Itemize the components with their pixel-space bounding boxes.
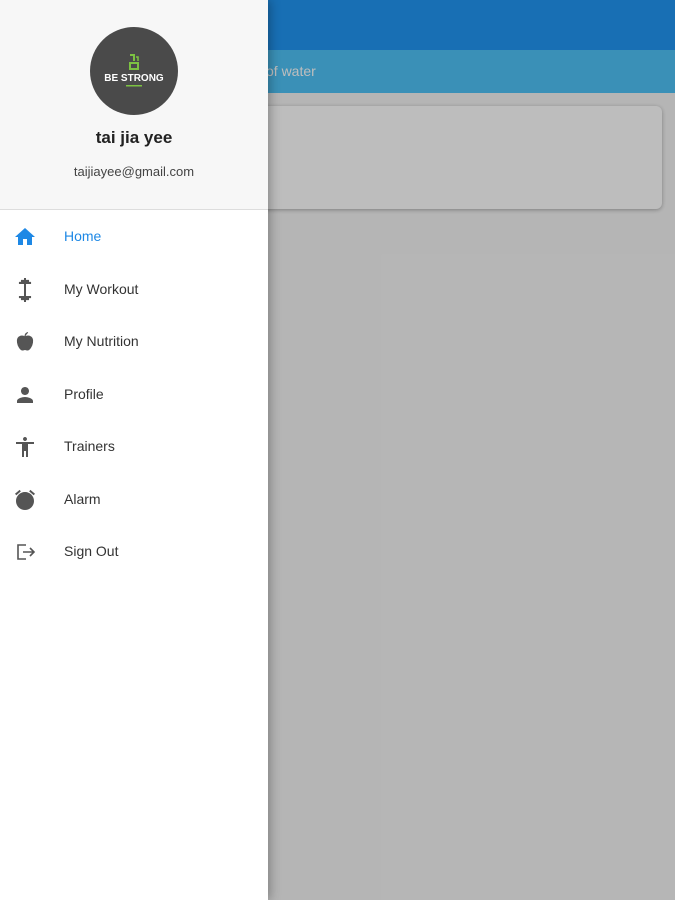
user-name: tai jia yee [95, 128, 173, 147]
drawer-header: BE STRONG tai jia yee taijiayee@gmail.co… [0, 0, 268, 210]
svg-text:BE STRONG: BE STRONG [104, 73, 164, 84]
dumbbell-icon [13, 277, 37, 302]
menu-item-my-workout[interactable]: My Workout [0, 263, 268, 316]
accessibility-icon [13, 435, 37, 459]
avatar: BE STRONG [90, 27, 178, 115]
menu-item-label: Profile [64, 385, 104, 402]
menu-item-alarm[interactable]: Alarm [0, 473, 268, 526]
menu-item-label: Home [64, 228, 102, 244]
menu-item-trainers[interactable]: Trainers [0, 420, 268, 473]
menu-item-profile[interactable]: Profile [0, 368, 268, 421]
user-email: taijiayee@gmail.com [73, 164, 195, 179]
drawer-menu: Home My Workout My Nutrition Profile Tra… [0, 210, 268, 578]
menu-item-label: Trainers [64, 438, 115, 454]
alarm-clock-icon [13, 488, 37, 512]
menu-item-home[interactable]: Home [0, 210, 268, 263]
menu-item-label: My Workout [64, 280, 139, 297]
person-icon [13, 383, 37, 407]
menu-item-sign-out[interactable]: Sign Out [0, 525, 268, 578]
logout-icon [13, 540, 37, 564]
menu-item-label: Alarm [64, 490, 101, 507]
be-strong-logo-icon: BE STRONG [104, 54, 164, 87]
apple-icon [13, 330, 37, 354]
navigation-drawer: BE STRONG tai jia yee taijiayee@gmail.co… [0, 0, 268, 900]
menu-item-my-nutrition[interactable]: My Nutrition [0, 315, 268, 368]
menu-item-label: Sign Out [64, 543, 119, 559]
app-root: of water BE STRONG tai jia yee taijiayee… [0, 0, 675, 900]
menu-item-label: My Nutrition [64, 333, 139, 349]
home-icon [13, 225, 37, 249]
